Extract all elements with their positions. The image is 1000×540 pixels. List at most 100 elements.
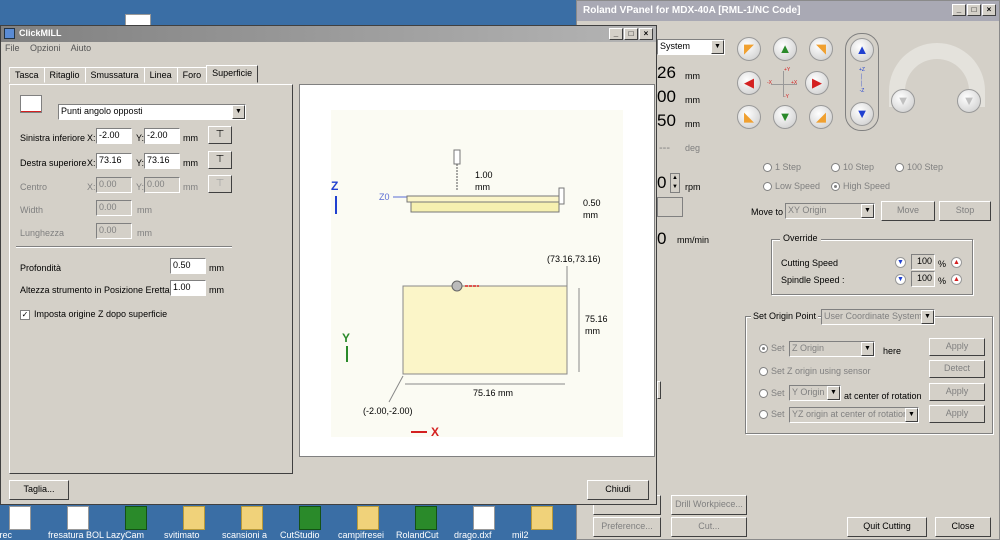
tab-pocket[interactable]: Tasca xyxy=(9,67,45,83)
spindle-speed-field[interactable]: 100 xyxy=(911,271,935,287)
cutting-speed-down-icon[interactable]: ▼ xyxy=(895,257,906,268)
rotary-left-button[interactable]: ▼ xyxy=(891,89,915,113)
center-x-input[interactable]: 0.00 xyxy=(96,177,132,193)
jog-plus-y-button[interactable]: ▲ xyxy=(773,37,797,61)
set-yz-origin-radio[interactable]: Set xyxy=(759,409,785,420)
jog-down-right-icon[interactable]: ◢ xyxy=(809,105,833,129)
width-input[interactable]: 0.00 xyxy=(96,200,132,216)
maximize-button[interactable]: □ xyxy=(967,4,981,16)
jog-minus-x-button[interactable]: ◀ xyxy=(737,71,761,95)
move-to-label: Move to xyxy=(751,207,784,217)
length-input[interactable]: 0.00 xyxy=(96,223,132,239)
desktop-icon[interactable]: mil2 xyxy=(512,506,572,540)
desktop-icon[interactable]: RolandCut xyxy=(396,506,456,540)
stock-body xyxy=(410,201,560,213)
cut-button[interactable]: Cut... xyxy=(671,517,747,537)
at-center-label: at center of rotation xyxy=(844,391,922,401)
move-to-select[interactable]: XY Origin ▼ xyxy=(785,203,875,219)
apply-z-button[interactable]: Apply xyxy=(929,338,985,356)
spindle-spinner[interactable]: ▲ ▼ xyxy=(670,173,680,193)
cut-dialog-button[interactable]: Taglia... xyxy=(9,480,69,500)
step-10-radio[interactable]: 10 Step xyxy=(831,162,874,173)
cutting-speed-up-icon[interactable]: ▲ xyxy=(951,257,962,268)
tab-surface[interactable]: Superficie xyxy=(206,65,259,83)
apply-y-button[interactable]: Apply xyxy=(929,383,985,401)
center-y-input[interactable]: 0.00 xyxy=(144,177,180,193)
z-sensor-radio[interactable]: Set Z origin using sensor xyxy=(759,366,871,377)
set-z-origin-radio[interactable]: Set xyxy=(759,343,785,354)
desktop-icon[interactable]: CutStudio xyxy=(280,506,340,540)
tab-chamfer[interactable]: Smussatura xyxy=(84,67,145,83)
desktop-icon[interactable]: fresatura BOL xyxy=(48,506,108,540)
high-speed-radio[interactable]: High Speed xyxy=(831,181,890,192)
lower-left-y-input[interactable]: -2.00 xyxy=(144,128,180,144)
jog-minus-y-button[interactable]: ▼ xyxy=(773,105,797,129)
jog-minus-z-button[interactable]: ▼ xyxy=(850,102,874,126)
detect-button[interactable]: Detect xyxy=(929,360,985,378)
menu-file[interactable]: File xyxy=(5,43,20,53)
override-title: Override xyxy=(780,233,821,243)
clickmill-title: ClickMILL xyxy=(19,28,62,38)
desktop-icon[interactable]: i_frec xyxy=(0,506,50,540)
jog-up-left-icon[interactable]: ◤ xyxy=(737,37,761,61)
desktop-icon[interactable]: drago.dxf xyxy=(454,506,514,540)
spindle-speed-down-icon[interactable]: ▼ xyxy=(895,274,906,285)
z-origin-select[interactable]: Z Origin ▼ xyxy=(789,341,875,357)
upper-right-x-input[interactable]: 73.16 xyxy=(96,153,132,169)
desktop-icon[interactable]: campifresei xyxy=(338,506,398,540)
low-speed-radio[interactable]: Low Speed xyxy=(763,181,820,192)
lower-left-x-input[interactable]: -2.00 xyxy=(96,128,132,144)
tool-height-input[interactable]: 1.00 xyxy=(170,280,206,296)
desktop-icon-label: svitimato xyxy=(164,531,200,540)
desktop-icon[interactable]: scansioni a xyxy=(222,506,282,540)
upper-right-y-input[interactable]: 73.16 xyxy=(144,153,180,169)
minimize-button[interactable]: _ xyxy=(609,28,623,40)
apply-yz-button[interactable]: Apply xyxy=(929,405,985,423)
tab-hole[interactable]: Foro xyxy=(176,67,208,83)
surface-area xyxy=(402,285,568,375)
step-100-radio[interactable]: 100 Step xyxy=(895,162,943,173)
pick-upper-right-button[interactable]: ⊤ xyxy=(208,151,232,169)
pick-lower-left-button[interactable]: ⊤ xyxy=(208,126,232,144)
origin-coord-select[interactable]: User Coordinate System ▼ xyxy=(821,309,935,325)
jog-up-right-icon[interactable]: ◥ xyxy=(809,37,833,61)
tab-cutout[interactable]: Ritaglio xyxy=(43,67,86,83)
mode-select[interactable]: Punti angolo opposti ▼ xyxy=(58,104,246,120)
cutting-speed-field[interactable]: 100 xyxy=(911,254,935,270)
move-button[interactable]: Move xyxy=(881,201,935,221)
chevron-down-icon: ▼ xyxy=(905,408,918,422)
close-window-button[interactable]: × xyxy=(982,4,996,16)
menu-options[interactable]: Opzioni xyxy=(30,43,61,53)
coord-system-select[interactable]: System ▼ xyxy=(657,39,725,55)
desktop-icon[interactable]: svitimato xyxy=(164,506,224,540)
chevron-down-icon: ▼ xyxy=(861,204,874,218)
bottom-left-leader xyxy=(388,375,404,403)
y-origin-select[interactable]: Y Origin ▼ xyxy=(789,385,841,401)
rotary-right-button[interactable]: ▼ xyxy=(957,89,981,113)
close-window-button[interactable]: × xyxy=(639,28,653,40)
spindle-speed-up-icon[interactable]: ▲ xyxy=(951,274,962,285)
drill-workpiece-button[interactable]: Drill Workpiece... xyxy=(671,495,747,515)
close-button[interactable]: Close xyxy=(935,517,991,537)
jog-plus-z-button[interactable]: ▲ xyxy=(850,38,874,62)
tab-line[interactable]: Linea xyxy=(143,67,178,83)
hidden-panel-button[interactable] xyxy=(657,381,661,399)
depth-input[interactable]: 0.50 xyxy=(170,258,206,274)
stop-button[interactable]: Stop xyxy=(939,201,991,221)
minimize-button[interactable]: _ xyxy=(952,4,966,16)
close-dialog-button[interactable]: Chiudi xyxy=(587,480,649,500)
maximize-button[interactable]: □ xyxy=(624,28,638,40)
jog-down-left-icon[interactable]: ◣ xyxy=(737,105,761,129)
tool-up-value: 1.00 xyxy=(475,170,493,180)
set-y-origin-radio[interactable]: Set xyxy=(759,388,785,399)
step-1-radio[interactable]: 1 Step xyxy=(763,162,801,173)
desktop-icon[interactable]: LazyCam xyxy=(106,506,166,540)
quit-cutting-button[interactable]: Quit Cutting xyxy=(847,517,927,537)
z-origin-checkbox[interactable]: ✓ Imposta origine Z dopo superficie xyxy=(20,309,167,320)
menu-help[interactable]: Aiuto xyxy=(71,43,92,53)
preference-button[interactable]: Preference... xyxy=(593,517,661,537)
yz-origin-select[interactable]: YZ origin at center of rotation ▼ xyxy=(789,407,919,423)
jog-plus-x-button[interactable]: ▶ xyxy=(805,71,829,95)
divider xyxy=(16,246,232,248)
pick-center-button[interactable]: ⊤ xyxy=(208,175,232,193)
